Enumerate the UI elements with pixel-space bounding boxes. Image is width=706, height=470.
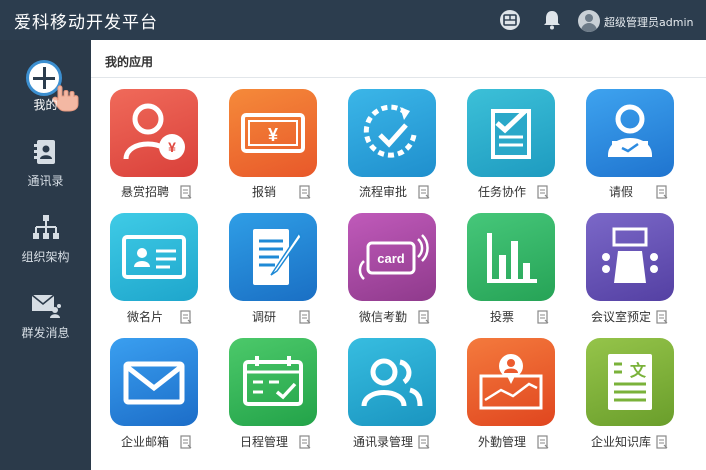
recruit-icon: ¥ [123, 103, 185, 160]
bell-icon[interactable] [540, 8, 564, 32]
sidebar-item-label: 组织架构 [21, 250, 70, 264]
app-tile-leave[interactable] [586, 89, 674, 177]
document-icon[interactable] [537, 435, 549, 449]
app-label[interactable]: 日程管理 [240, 433, 288, 450]
sidebar-item-contacts[interactable]: 通讯录 [0, 122, 91, 194]
card-icon [122, 235, 186, 279]
attendance-icon: card [358, 234, 429, 280]
contacts-icon [361, 358, 423, 407]
divider [91, 77, 706, 78]
app-tile-business-card[interactable] [110, 213, 198, 301]
app-label[interactable]: 微信考勤 [359, 308, 407, 325]
document-icon[interactable] [418, 185, 430, 199]
layout-icon[interactable] [498, 8, 522, 32]
knowledge-icon: 文 [608, 354, 652, 410]
sidebar-item-label: 群发消息 [21, 326, 70, 340]
sidebar-item-label: 我的 [33, 98, 58, 112]
svg-text:文: 文 [630, 361, 647, 380]
document-icon[interactable] [656, 310, 668, 324]
address-book-icon [34, 140, 55, 164]
app-label[interactable]: 调研 [252, 308, 276, 325]
app-tile-vote[interactable] [467, 213, 555, 301]
leave-icon [607, 104, 653, 157]
document-icon[interactable] [656, 185, 668, 199]
app-tile-recruit[interactable]: ¥ [110, 89, 198, 177]
document-icon[interactable] [180, 435, 192, 449]
avatar[interactable] [578, 10, 600, 32]
survey-icon [253, 229, 302, 285]
sidebar-item-my-apps[interactable]: 我的 [0, 46, 91, 118]
app-label[interactable]: 外勤管理 [478, 433, 526, 450]
sidebar-item-org-structure[interactable]: 组织架构 [0, 198, 91, 270]
app-tile-schedule[interactable] [229, 338, 317, 426]
app-tile-knowledge-base[interactable]: 文 [586, 338, 674, 426]
app-tile-mail[interactable] [110, 338, 198, 426]
document-icon[interactable] [537, 185, 549, 199]
app-tile-task[interactable] [467, 89, 555, 177]
document-icon[interactable] [418, 310, 430, 324]
app-tile-reimburse[interactable]: ¥ [229, 89, 317, 177]
svg-text:¥: ¥ [168, 139, 176, 155]
document-icon[interactable] [418, 435, 430, 449]
app-label[interactable]: 企业邮箱 [121, 433, 169, 450]
approval-icon [363, 104, 417, 158]
app-tile-field-work[interactable] [467, 338, 555, 426]
section-title: 我的应用 [105, 55, 154, 69]
document-icon[interactable] [299, 310, 311, 324]
app-label[interactable]: 会议室预定 [591, 308, 651, 325]
app-title: 爱科移动开发平台 [14, 13, 158, 33]
app-label[interactable]: 请假 [609, 183, 633, 200]
app-label[interactable]: 企业知识库 [591, 433, 651, 450]
vote-icon [487, 233, 537, 283]
app-label[interactable]: 悬赏招聘 [121, 183, 169, 200]
document-icon[interactable] [299, 435, 311, 449]
task-icon [491, 109, 531, 159]
svg-text:card: card [377, 251, 405, 266]
app-label[interactable]: 任务协作 [478, 183, 526, 200]
app-tile-approval[interactable] [348, 89, 436, 177]
top-bar: 爱科移动开发平台 超级管理员admin [0, 0, 706, 40]
document-icon[interactable] [656, 435, 668, 449]
sidebar: 我的 通讯录 组织架构 群发消息 [0, 40, 91, 470]
app-label[interactable]: 流程审批 [359, 183, 407, 200]
app-tile-survey[interactable] [229, 213, 317, 301]
sidebar-item-broadcast[interactable]: 群发消息 [0, 274, 91, 346]
reimburse-icon: ¥ [241, 113, 305, 153]
mail-icon [123, 361, 185, 405]
app-label[interactable]: 微名片 [127, 308, 163, 325]
meeting-room-icon [602, 227, 658, 283]
schedule-icon [243, 356, 303, 406]
document-icon[interactable] [299, 185, 311, 199]
envelope-group-icon [31, 294, 61, 318]
app-label[interactable]: 报销 [252, 183, 276, 200]
svg-text:¥: ¥ [268, 125, 278, 145]
document-icon[interactable] [537, 310, 549, 324]
sidebar-item-label: 通讯录 [27, 174, 64, 188]
document-icon[interactable] [180, 185, 192, 199]
app-tile-contacts-admin[interactable] [348, 338, 436, 426]
app-label[interactable]: 通讯录管理 [353, 433, 413, 450]
app-label[interactable]: 投票 [490, 308, 514, 325]
user-name[interactable]: 超级管理员admin [604, 14, 693, 30]
app-tile-attendance[interactable]: card [348, 213, 436, 301]
org-chart-icon [33, 215, 59, 239]
field-work-icon [479, 354, 543, 410]
document-icon[interactable] [180, 310, 192, 324]
app-tile-meeting-room[interactable] [586, 213, 674, 301]
main-panel: 我的应用 ¥ ¥ card 文 悬赏招聘 报销 流程审批 任务协作 请假 微名片… [91, 40, 706, 470]
